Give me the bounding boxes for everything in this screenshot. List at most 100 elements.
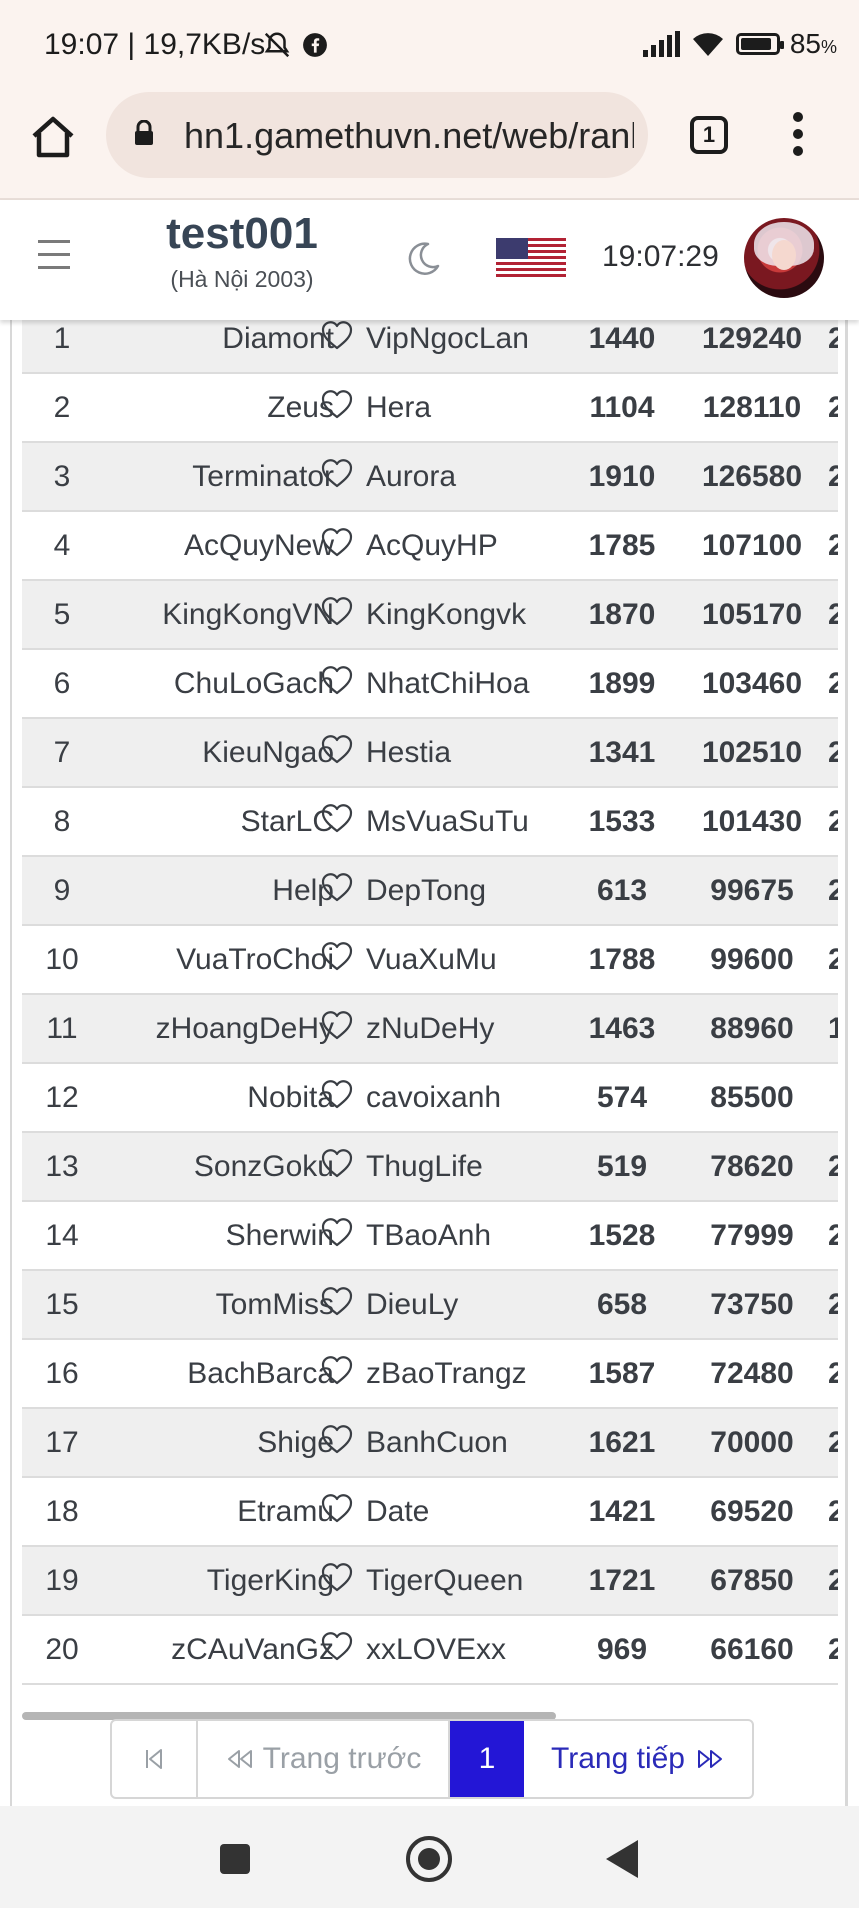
rank-cell: 9 (53, 874, 71, 907)
player1-link[interactable]: AcQuyNew (184, 529, 334, 563)
player1-link[interactable]: BachBarca (187, 1357, 334, 1391)
home-button[interactable] (406, 1836, 452, 1882)
rank-cell: 2 (53, 391, 71, 424)
player1-link[interactable]: KieuNgao (202, 736, 334, 770)
player1-link[interactable]: VuaTroChoi (176, 943, 334, 977)
ranking-rows: 1 Diamont VipNgocLan 1440 129240 2 2 Zeus Hera 11… (22, 320, 838, 1685)
rank-cell: 6 (53, 667, 71, 700)
heart-icon (320, 1285, 354, 1317)
player2-link[interactable]: DieuLy (366, 1288, 458, 1322)
table-row: 4 AcQuyNew AcQuyHP 1785 107100 2 (22, 512, 838, 581)
current-page-button[interactable]: 1 (450, 1721, 524, 1797)
first-page-button[interactable] (112, 1721, 198, 1797)
avatar[interactable] (744, 218, 824, 298)
value2-cell: 67850 (710, 1564, 794, 1597)
player2-link[interactable]: Aurora (366, 460, 456, 494)
player1-link[interactable]: TigerKing (207, 1564, 334, 1598)
player2-link[interactable]: Hestia (366, 736, 451, 770)
player2-link[interactable]: TigerQueen (366, 1564, 523, 1598)
player2-link[interactable]: VipNgocLan (366, 322, 529, 356)
table-row: 19 TigerKing TigerQueen 1721 67850 2 (22, 1547, 838, 1616)
player1-link[interactable]: zHoangDeHy (156, 1012, 334, 1046)
hamburger-menu-icon[interactable] (38, 240, 70, 270)
player2-link[interactable]: KingKongvk (366, 598, 526, 632)
player2-link[interactable]: Hera (366, 391, 431, 425)
prev-page-label: Trang trước (262, 1742, 422, 1775)
site-header: test001 (Hà Nội 2003) 19:07:29 (0, 200, 859, 320)
url-text[interactable]: hn1.gamethuvn.net/web/ranking (184, 115, 634, 157)
more-menu-icon[interactable] (792, 112, 804, 162)
site-title[interactable]: test001 (Hà Nội 2003) (142, 208, 342, 293)
value1-cell: 1785 (588, 529, 656, 562)
player1-link[interactable]: Terminator (192, 460, 334, 494)
value1-cell: 1440 (588, 322, 656, 355)
player2-link[interactable]: NhatChiHoa (366, 667, 529, 701)
player2-link[interactable]: AcQuyHP (366, 529, 498, 563)
value1-cell: 1104 (589, 391, 655, 424)
heart-icon (320, 1354, 354, 1386)
value2-cell: 85500 (710, 1081, 794, 1114)
address-bar[interactable]: hn1.gamethuvn.net/web/ranking (106, 92, 648, 178)
player1-link[interactable]: KingKongVN (162, 598, 334, 632)
player2-link[interactable]: cavoixanh (366, 1081, 501, 1115)
mute-bell-icon (264, 32, 290, 58)
server-name: (Hà Nội 2003) (170, 266, 314, 292)
table-row: 13 SonzGoku ThugLife 519 78620 2 (22, 1133, 838, 1202)
value2-cell: 129240 (701, 322, 803, 355)
player2-link[interactable]: MsVuaSuTu (366, 805, 529, 839)
status-notification-icons (262, 30, 328, 60)
player1-link[interactable]: Sherwin (226, 1219, 334, 1253)
value2-cell: 99600 (710, 943, 794, 976)
player1-link[interactable]: zCAuVanGz (171, 1633, 334, 1667)
player2-link[interactable]: ThugLife (366, 1150, 483, 1184)
signal-icon (642, 31, 680, 57)
player2-link[interactable]: DepTong (366, 874, 486, 908)
home-icon[interactable] (28, 112, 78, 162)
value2-cell: 88960 (710, 1012, 794, 1045)
value3-cell: 2 (828, 391, 838, 424)
player2-link[interactable]: BanhCuon (366, 1426, 508, 1460)
tab-switcher-button[interactable]: 1 (690, 116, 728, 154)
value1-cell: 969 (596, 1633, 648, 1666)
next-page-button[interactable]: Trang tiếp (524, 1721, 752, 1797)
player1-link[interactable]: ChuLoGach (174, 667, 334, 701)
heart-icon (320, 1561, 354, 1593)
wifi-icon (692, 33, 723, 56)
value1-cell: 1533 (588, 805, 656, 838)
table-row: 6 ChuLoGach NhatChiHoa 1899 103460 2 (22, 650, 838, 719)
player2-link[interactable]: VuaXuMu (366, 943, 497, 977)
value1-cell: 1899 (588, 667, 656, 700)
status-bar: 19:07 | 19,7KB/s 85% (0, 0, 859, 92)
us-flag-icon[interactable] (496, 238, 566, 278)
battery-icon (735, 33, 784, 55)
value3-cell: 2 (828, 1495, 838, 1528)
value2-cell: 72480 (710, 1357, 794, 1390)
back-button[interactable] (606, 1840, 638, 1878)
value2-cell: 128110 (702, 391, 802, 424)
heart-icon (320, 1216, 354, 1248)
heart-icon (320, 320, 354, 351)
player2-link[interactable]: zBaoTrangz (366, 1357, 527, 1391)
value1-cell: 1788 (588, 943, 656, 976)
player1-link[interactable]: TomMiss (216, 1288, 334, 1322)
facebook-icon (303, 33, 328, 57)
player2-link[interactable]: zNuDeHy (366, 1012, 494, 1046)
player2-link[interactable]: Date (366, 1495, 429, 1529)
dark-mode-moon-icon[interactable] (404, 240, 442, 278)
player2-link[interactable]: xxLOVExx (366, 1633, 506, 1667)
value1-cell: 1421 (588, 1495, 656, 1528)
player2-link[interactable]: TBaoAnh (366, 1219, 491, 1253)
value3-cell: 2 (828, 460, 838, 493)
table-row: 7 KieuNgao Hestia 1341 102510 2 (22, 719, 838, 788)
lock-icon (135, 120, 153, 145)
player1-link[interactable]: Diamont (222, 322, 334, 356)
player1-link[interactable]: SonzGoku (194, 1150, 334, 1184)
table-row: 9 Help DepTong 613 99675 2 (22, 857, 838, 926)
rank-cell: 15 (45, 1288, 79, 1321)
next-page-label: Trang tiếp (551, 1742, 685, 1775)
value2-cell: 66160 (710, 1633, 794, 1666)
prev-page-button[interactable]: Trang trước (198, 1721, 450, 1797)
recent-apps-button[interactable] (220, 1844, 250, 1874)
value2-cell: 102510 (701, 736, 803, 769)
heart-icon (320, 1078, 354, 1110)
